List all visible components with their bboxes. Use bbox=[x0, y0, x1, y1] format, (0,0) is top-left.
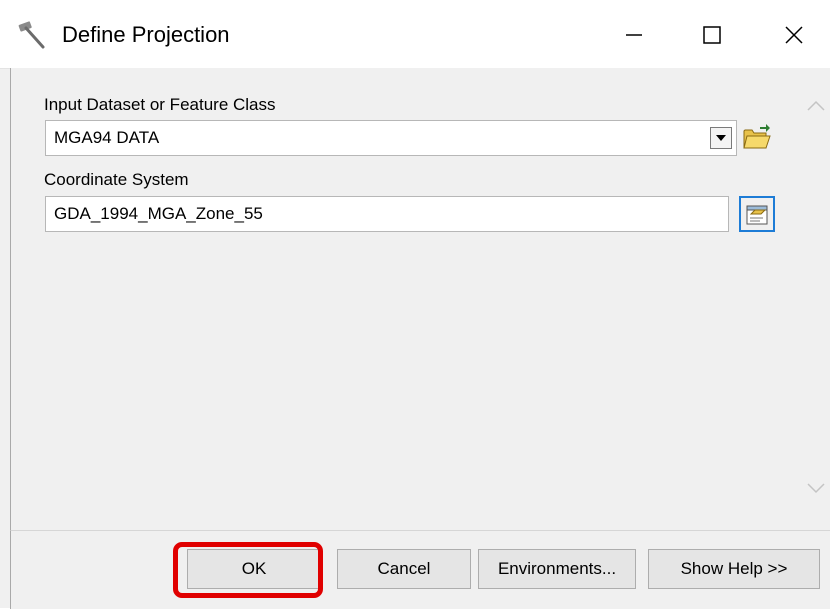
dropdown-arrow-icon[interactable] bbox=[710, 127, 732, 149]
close-button[interactable] bbox=[764, 12, 824, 58]
minimize-icon bbox=[626, 34, 642, 36]
input-dataset-value: MGA94 DATA bbox=[54, 128, 160, 147]
title-bar: Define Projection bbox=[0, 0, 830, 69]
define-projection-dialog: Define Projection Input Dataset or Featu… bbox=[0, 0, 830, 609]
parameters-pane[interactable]: Input Dataset or Feature Class MGA94 DAT… bbox=[10, 68, 830, 530]
environments-button[interactable]: Environments... bbox=[478, 549, 636, 589]
spatial-reference-properties-icon bbox=[746, 205, 768, 225]
scroll-up-button[interactable] bbox=[804, 94, 828, 118]
ok-button[interactable]: OK bbox=[187, 549, 321, 589]
open-folder-icon bbox=[743, 124, 771, 149]
scroll-down-button[interactable] bbox=[804, 476, 828, 500]
maximize-icon bbox=[703, 26, 721, 44]
maximize-button[interactable] bbox=[682, 12, 742, 58]
close-icon bbox=[785, 26, 803, 44]
window-title: Define Projection bbox=[62, 22, 230, 47]
coordinate-system-label: Coordinate System bbox=[44, 170, 189, 189]
coordinate-system-value: GDA_1994_MGA_Zone_55 bbox=[54, 204, 263, 223]
minimize-button[interactable] bbox=[604, 12, 664, 58]
coordinate-system-properties-button[interactable] bbox=[739, 196, 775, 232]
button-bar: OK Cancel Environments... Show Help >> bbox=[10, 530, 830, 609]
coordinate-system-field[interactable]: GDA_1994_MGA_Zone_55 bbox=[45, 196, 729, 232]
show-help-button[interactable]: Show Help >> bbox=[648, 549, 820, 589]
input-dataset-combobox[interactable]: MGA94 DATA bbox=[45, 120, 737, 156]
browse-dataset-button[interactable] bbox=[739, 119, 775, 155]
chevron-up-icon bbox=[807, 100, 825, 111]
chevron-down-icon bbox=[807, 483, 825, 494]
hammer-icon bbox=[16, 20, 48, 50]
cancel-button[interactable]: Cancel bbox=[337, 549, 471, 589]
input-dataset-label: Input Dataset or Feature Class bbox=[44, 95, 276, 114]
